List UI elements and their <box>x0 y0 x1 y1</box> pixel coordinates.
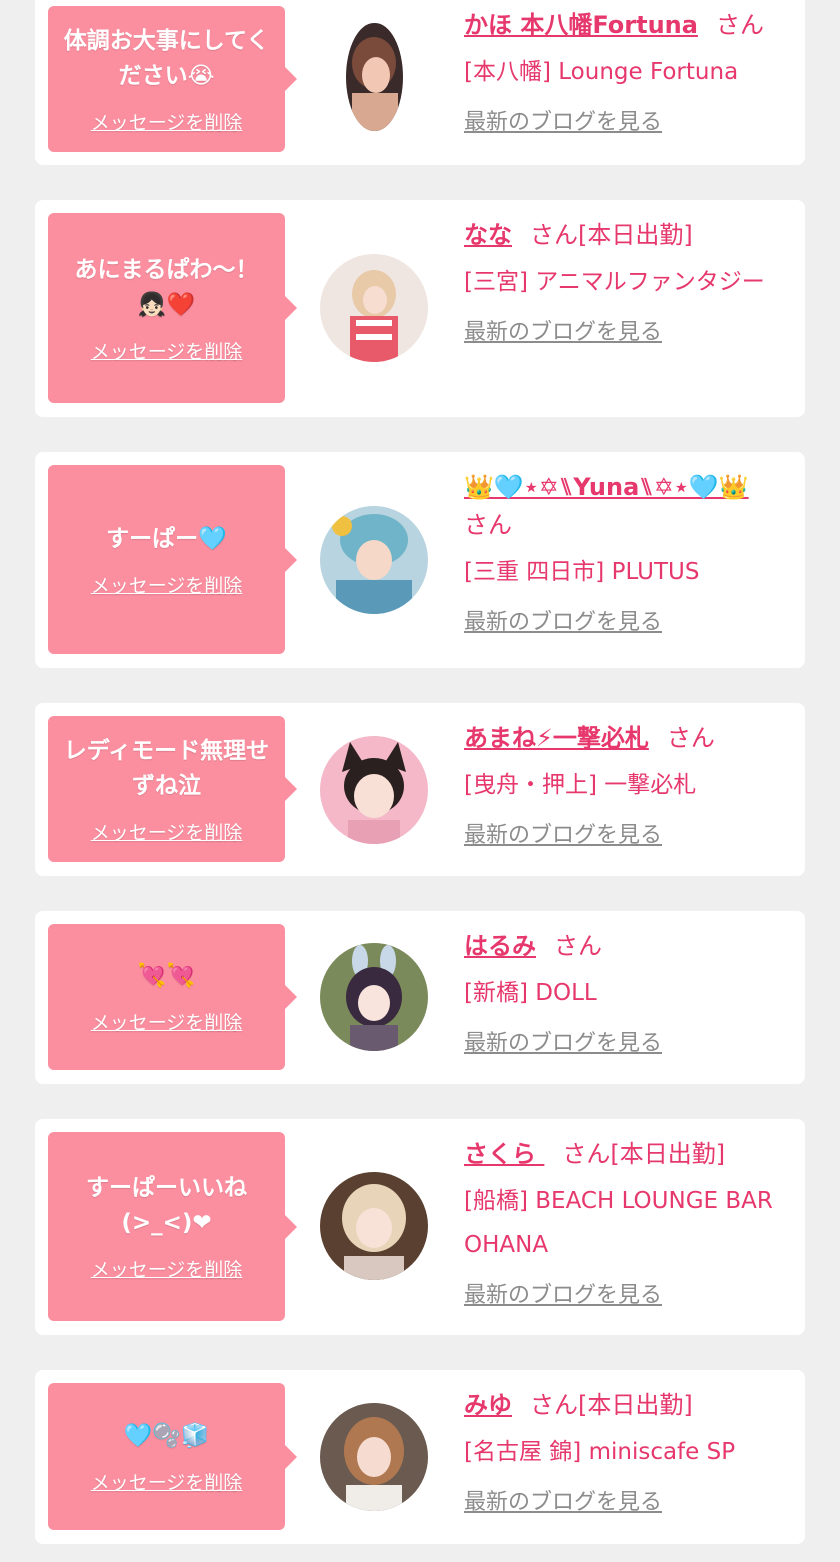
shop-name: [本八幡] Lounge Fortuna <box>464 59 739 85</box>
delete-message-link[interactable]: メッセージを削除 <box>91 1468 243 1495</box>
message-bubble: あにまるぱわ〜！👧🏻❤️ メッセージを削除 <box>48 213 297 403</box>
avatar-photo <box>320 254 428 362</box>
honorific: さん[本日出勤] <box>530 221 693 249</box>
delete-message-link[interactable]: メッセージを削除 <box>91 571 243 598</box>
latest-blog-link[interactable]: 最新のブログを見る <box>464 1484 662 1516</box>
avatar-photo <box>346 23 403 131</box>
avatar-photo <box>320 943 428 1051</box>
avatar-photo <box>320 1403 428 1511</box>
latest-blog-link[interactable]: 最新のブログを見る <box>464 817 662 849</box>
avatar[interactable] <box>346 23 403 131</box>
message-text: あにまるぱわ〜！👧🏻❤️ <box>74 256 259 318</box>
delete-message-link[interactable]: メッセージを削除 <box>91 818 243 845</box>
message-text: 💘💘 <box>137 963 196 989</box>
message-card: 体調お大事にしてください😭 メッセージを削除 かほ 本八幡Fortuna さん [… <box>35 0 805 165</box>
avatar[interactable] <box>320 736 428 844</box>
shop-name: [名古屋 錦] miniscafe SP <box>464 1439 736 1465</box>
latest-blog-link[interactable]: 最新のブログを見る <box>464 314 662 346</box>
message-bubble: 💘💘 メッセージを削除 <box>48 924 297 1070</box>
avatar-photo <box>320 1172 428 1280</box>
message-text: すーぱーいいね(>_<)❤ <box>86 1175 247 1236</box>
delete-message-link[interactable]: メッセージを削除 <box>91 108 243 135</box>
profile-info: なな さん[本日出勤] [三宮] アニマルファンタジー 最新のブログを見る <box>464 216 794 346</box>
message-bubble: 体調お大事にしてください😭 メッセージを削除 <box>48 6 297 152</box>
shop-name: [新橋] DOLL <box>464 980 597 1006</box>
avatar[interactable] <box>320 1403 428 1511</box>
message-list: 体調お大事にしてください😭 メッセージを削除 かほ 本八幡Fortuna さん [… <box>0 0 840 1562</box>
honorific: さん[本日出勤] <box>562 1140 726 1168</box>
message-bubble: 🩵🫧🧊 メッセージを削除 <box>48 1383 297 1530</box>
profile-name-link[interactable]: なな <box>464 221 512 249</box>
honorific: さん[本日出勤] <box>530 1391 693 1419</box>
profile-name-link[interactable]: 👑🩵⋆✡︎⑊Yuna⑊✡︎⋆🩵👑 <box>464 473 749 501</box>
profile-name-link[interactable]: かほ 本八幡Fortuna <box>464 11 698 39</box>
shop-name: [船橋] BEACH LOUNGE BAR OHANA <box>464 1188 773 1258</box>
profile-info: あまね⚡一撃必札 さん [曳舟・押上] 一撃必札 最新のブログを見る <box>464 719 794 849</box>
delete-message-link[interactable]: メッセージを削除 <box>91 337 243 364</box>
delete-message-link[interactable]: メッセージを削除 <box>91 1255 243 1282</box>
avatar[interactable] <box>320 254 428 362</box>
profile-info: みゆ さん[本日出勤] [名古屋 錦] miniscafe SP 最新のブログを見… <box>464 1386 794 1516</box>
message-card: すーぱー🩵 メッセージを削除 👑🩵⋆✡︎⑊Yuna⑊✡︎⋆🩵👑 さん [三重 四… <box>35 452 805 668</box>
message-text: すーぱー🩵 <box>106 525 227 552</box>
profile-info: さくら さん[本日出勤] [船橋] BEACH LOUNGE BAR OHANA… <box>464 1135 794 1309</box>
profile-name-link[interactable]: あまね⚡一撃必札 <box>464 724 649 752</box>
latest-blog-link[interactable]: 最新のブログを見る <box>464 1277 662 1309</box>
message-bubble: レディモード無理せずね泣 メッセージを削除 <box>48 716 297 862</box>
message-card: すーぱーいいね(>_<)❤ メッセージを削除 さくら さん[本日出勤] [船橋]… <box>35 1119 805 1335</box>
avatar[interactable] <box>320 1172 428 1280</box>
honorific: さん <box>666 724 715 752</box>
avatar[interactable] <box>320 943 428 1051</box>
profile-name-link[interactable]: はるみ <box>464 932 536 960</box>
latest-blog-link[interactable]: 最新のブログを見る <box>464 104 662 136</box>
message-bubble: すーぱーいいね(>_<)❤ メッセージを削除 <box>48 1132 297 1321</box>
honorific: さん <box>715 11 764 39</box>
avatar[interactable] <box>320 506 428 614</box>
profile-name-link[interactable]: さくら <box>464 1140 544 1168</box>
avatar-photo <box>320 736 428 844</box>
profile-info: はるみ さん [新橋] DOLL 最新のブログを見る <box>464 927 794 1057</box>
message-card: 💘💘 メッセージを削除 はるみ さん [新橋] DOLL 最新のブログを見る <box>35 911 805 1084</box>
delete-message-link[interactable]: メッセージを削除 <box>91 1008 243 1035</box>
message-card: 🩵🫧🧊 メッセージを削除 みゆ さん[本日出勤] [名古屋 錦] miniscaf… <box>35 1370 805 1544</box>
latest-blog-link[interactable]: 最新のブログを見る <box>464 604 662 636</box>
message-text: レディモード無理せずね泣 <box>63 737 270 799</box>
message-bubble: すーぱー🩵 メッセージを削除 <box>48 465 297 654</box>
message-card: あにまるぱわ〜！👧🏻❤️ メッセージを削除 なな さん[本日出勤] [三宮] アニ… <box>35 200 805 417</box>
avatar-photo <box>320 506 428 614</box>
message-card: レディモード無理せずね泣 メッセージを削除 あまね⚡一撃必札 さん [曳舟・押上]… <box>35 703 805 876</box>
message-text: 🩵🫧🧊 <box>123 1422 210 1449</box>
profile-info: かほ 本八幡Fortuna さん [本八幡] Lounge Fortuna 最新の… <box>464 6 794 136</box>
shop-name: [曳舟・押上] 一撃必札 <box>464 772 697 798</box>
profile-name-link[interactable]: みゆ <box>464 1391 512 1419</box>
honorific: さん <box>554 932 602 960</box>
honorific: さん <box>464 511 512 539</box>
profile-info: 👑🩵⋆✡︎⑊Yuna⑊✡︎⋆🩵👑 さん [三重 四日市] PLUTUS 最新のブ… <box>464 468 794 636</box>
shop-name: [三重 四日市] PLUTUS <box>464 559 700 585</box>
latest-blog-link[interactable]: 最新のブログを見る <box>464 1025 662 1057</box>
shop-name: [三宮] アニマルファンタジー <box>464 269 765 295</box>
message-text: 体調お大事にしてください😭 <box>63 27 270 89</box>
